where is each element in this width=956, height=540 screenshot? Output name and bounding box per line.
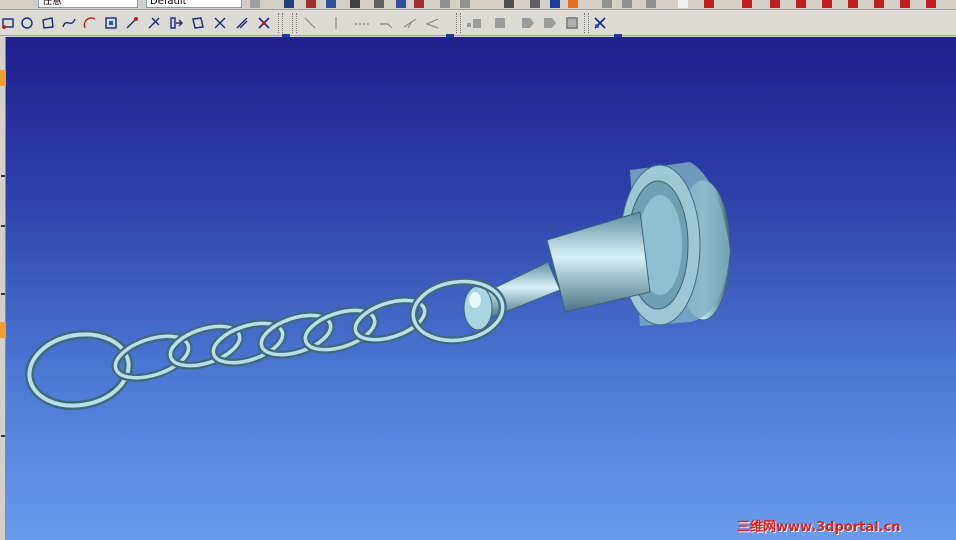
sphere-icon[interactable] (550, 0, 560, 8)
top-view-icon[interactable] (622, 0, 632, 8)
top-toolbar: 任意 Default (0, 0, 956, 10)
move-icon[interactable] (326, 0, 336, 8)
polygon-tool-icon[interactable] (40, 15, 56, 31)
cylinder-select-icon[interactable] (542, 15, 558, 31)
bisector-line-icon[interactable] (424, 15, 440, 31)
face-select-icon[interactable] (520, 15, 536, 31)
red-tool-2-icon[interactable] (770, 0, 780, 8)
select-icon[interactable] (284, 0, 294, 8)
front-view-icon[interactable] (602, 0, 612, 8)
left-tick (1, 435, 5, 437)
watermark-text: 三维网www.3dportal.cn (737, 520, 901, 535)
toolbar-grip[interactable] (278, 13, 283, 33)
spline-tool-icon[interactable] (61, 15, 77, 31)
style-combo[interactable]: Default (146, 0, 242, 8)
red-tool-3-icon[interactable] (796, 0, 806, 8)
shaded-solid-icon[interactable] (466, 15, 482, 31)
arc-tool-icon[interactable] (82, 15, 98, 31)
red-tool-7-icon[interactable] (900, 0, 910, 8)
redo-icon[interactable] (460, 0, 470, 8)
red-tool-1-icon[interactable] (742, 0, 752, 8)
view-icon[interactable] (504, 0, 514, 8)
red-tool-6-icon[interactable] (874, 0, 884, 8)
offset-tool-icon[interactable] (103, 15, 119, 31)
layer-icon[interactable] (250, 0, 260, 8)
pin-shaft (463, 211, 651, 331)
tangent-line-icon[interactable] (402, 15, 418, 31)
copy-icon[interactable] (350, 0, 360, 8)
toolbar-grip[interactable] (456, 13, 461, 33)
circle-tool-icon[interactable] (19, 15, 35, 31)
3d-viewport[interactable] (6, 37, 956, 540)
trim-tool-icon[interactable] (146, 15, 162, 31)
sketch-toolbar (0, 10, 956, 44)
point-icon[interactable] (306, 0, 316, 8)
undo-icon[interactable] (440, 0, 450, 8)
left-tick (1, 225, 5, 227)
blank-view-icon[interactable] (678, 0, 688, 8)
line-tool-icon[interactable] (124, 15, 140, 31)
constraint-tool-icon[interactable] (256, 15, 272, 31)
delete-icon[interactable] (414, 0, 424, 8)
red-tool-4-icon[interactable] (822, 0, 832, 8)
dashed-line-icon[interactable] (354, 15, 370, 31)
chain-pin-model[interactable] (6, 37, 956, 540)
left-tick (1, 293, 5, 295)
left-tick (1, 175, 5, 177)
rectangle-tool-icon[interactable] (0, 15, 16, 31)
scale-icon[interactable] (396, 0, 406, 8)
chain (24, 277, 507, 411)
red-tool-5-icon[interactable] (848, 0, 858, 8)
chamfer-tool-icon[interactable] (234, 15, 250, 31)
mirror-tool-icon[interactable] (190, 15, 206, 31)
vertical-line-icon[interactable] (328, 15, 344, 31)
diagonal-line-icon[interactable] (302, 15, 318, 31)
extend-tool-icon[interactable] (168, 15, 184, 31)
color-icon[interactable] (704, 0, 714, 8)
red-tool-8-icon[interactable] (926, 0, 936, 8)
render-icon[interactable] (568, 0, 578, 8)
box-solid-icon[interactable] (492, 15, 508, 31)
side-view-icon[interactable] (646, 0, 656, 8)
sphere-select-icon[interactable] (564, 15, 580, 31)
zoom-icon[interactable] (530, 0, 540, 8)
fillet-tool-icon[interactable] (212, 15, 228, 31)
filter-combo[interactable]: 任意 (38, 0, 138, 8)
pick-filter-icon[interactable] (592, 15, 608, 31)
rotate-icon[interactable] (374, 0, 384, 8)
toolbar-grip[interactable] (292, 13, 297, 33)
angle-line-icon[interactable] (378, 15, 394, 31)
toolbar-grip[interactable] (584, 13, 589, 33)
